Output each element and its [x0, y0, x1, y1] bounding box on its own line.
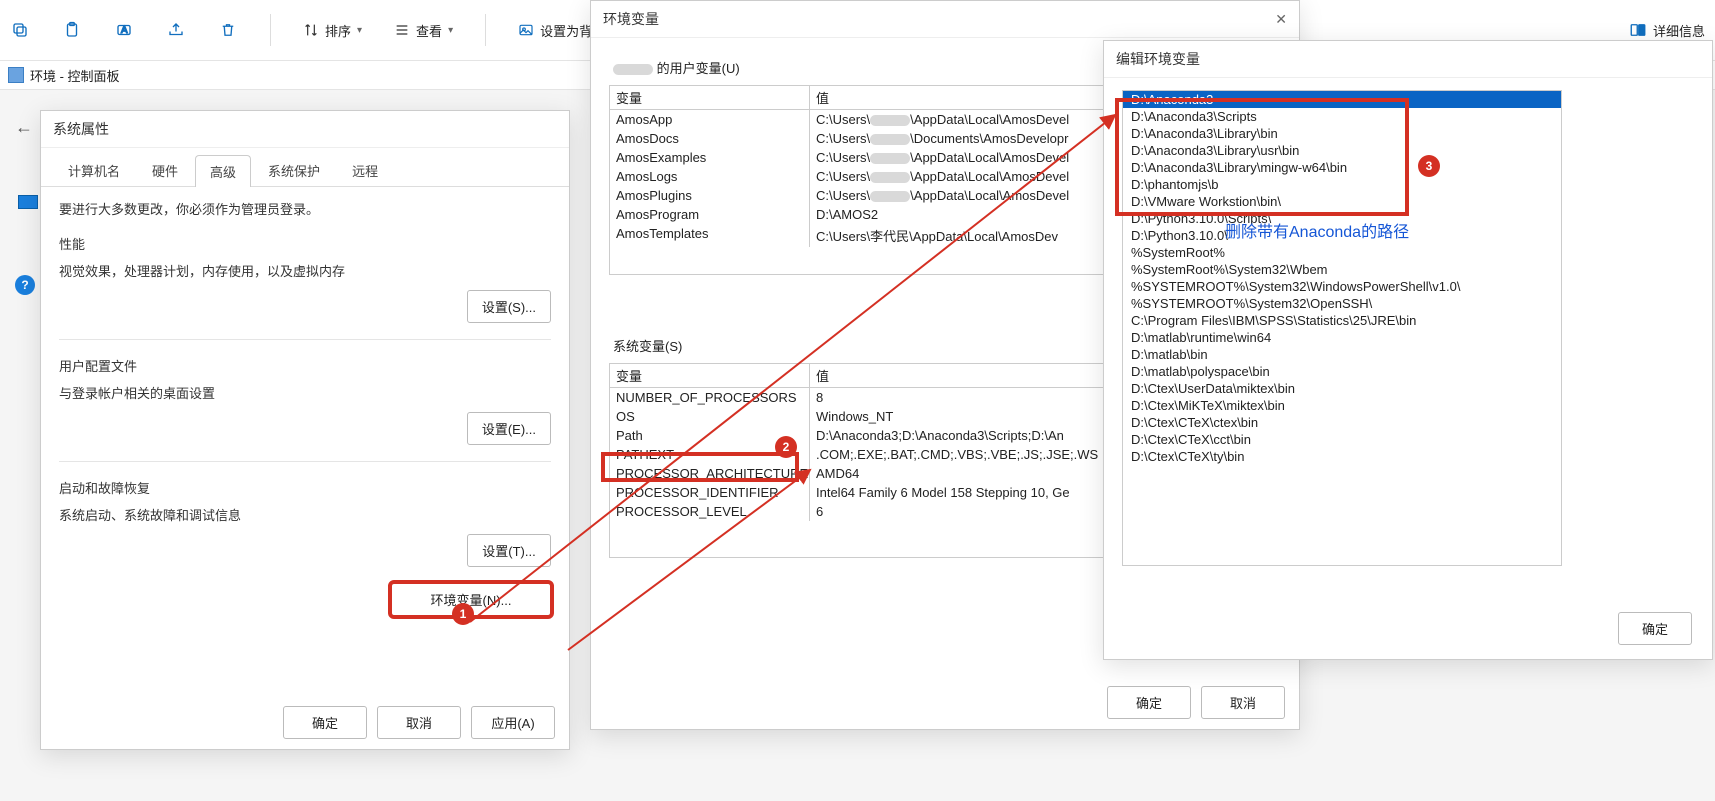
ok-button[interactable]: 确定: [283, 706, 367, 739]
list-item[interactable]: D:\Ctex\CTeX\ctex\bin: [1123, 414, 1561, 431]
profile-title: 用户配置文件: [59, 356, 551, 375]
set-background-menu[interactable]: 设置为背: [518, 21, 592, 40]
ok-button[interactable]: 确定: [1107, 686, 1191, 719]
back-arrow-icon[interactable]: ←: [15, 117, 33, 138]
tab-0[interactable]: 计算机名: [53, 154, 135, 186]
anaconda-paths-highlight: [1118, 101, 1406, 213]
annotation-delete-note: 删除带有Anaconda的路径: [1225, 218, 1409, 242]
path-row-highlight: [604, 455, 796, 479]
list-item[interactable]: %SystemRoot%\System32\Wbem: [1123, 261, 1561, 278]
list-item[interactable]: D:\Ctex\MiKTeX\miktex\bin: [1123, 397, 1561, 414]
tabs: 计算机名硬件高级系统保护远程: [41, 154, 569, 187]
ok-button[interactable]: 确定: [1618, 612, 1692, 645]
settings-icon: [8, 67, 24, 83]
details-label: 详细信息: [1653, 21, 1705, 40]
delete-icon[interactable]: [218, 20, 238, 40]
apply-button[interactable]: 应用(A): [471, 706, 555, 739]
dialog-title: 编辑环境变量: [1116, 49, 1200, 69]
list-item[interactable]: %SYSTEMROOT%\System32\WindowsPowerShell\…: [1123, 278, 1561, 295]
view-label: 查看: [416, 21, 442, 40]
profile-desc: 与登录帐户相关的桌面设置: [59, 383, 551, 402]
dialog-title: 系统属性: [53, 119, 109, 139]
startup-desc: 系统启动、系统故障和调试信息: [59, 505, 551, 524]
sort-label: 排序: [325, 21, 351, 40]
window-title: 环境 - 控制面板: [30, 66, 120, 85]
view-menu[interactable]: 查看 ▾: [394, 21, 453, 40]
annotation-step-1: 1: [452, 603, 474, 625]
startup-settings-button[interactable]: 设置(T)...: [467, 534, 551, 567]
system-properties-dialog: 系统属性 计算机名硬件高级系统保护远程 要进行大多数更改，你必须作为管理员登录。…: [40, 110, 570, 750]
cancel-button[interactable]: 取消: [1201, 686, 1285, 719]
cancel-button[interactable]: 取消: [377, 706, 461, 739]
list-item[interactable]: D:\Ctex\CTeX\cct\bin: [1123, 431, 1561, 448]
list-item[interactable]: %SYSTEMROOT%\System32\OpenSSH\: [1123, 295, 1561, 312]
details-toggle[interactable]: 详细信息: [1629, 21, 1705, 40]
list-item[interactable]: %SystemRoot%: [1123, 244, 1561, 261]
profile-settings-button[interactable]: 设置(E)...: [467, 412, 551, 445]
copy-icon[interactable]: [10, 20, 30, 40]
close-icon[interactable]: ✕: [1275, 11, 1287, 28]
admin-note: 要进行大多数更改，你必须作为管理员登录。: [59, 199, 551, 218]
dialog-title: 环境变量: [603, 9, 659, 29]
list-item[interactable]: C:\Program Files\IBM\SPSS\Statistics\25\…: [1123, 312, 1561, 329]
redacted-username: [613, 64, 653, 75]
perf-desc: 视觉效果，处理器计划，内存使用，以及虚拟内存: [59, 261, 551, 280]
chevron-down-icon: ▾: [357, 25, 362, 36]
annotation-step-2: 2: [775, 436, 797, 458]
paste-icon[interactable]: [62, 20, 82, 40]
monitor-icon: [18, 195, 38, 209]
svg-text:A: A: [121, 25, 128, 36]
setbg-label: 设置为背: [540, 21, 592, 40]
toolbar-separator: [270, 14, 271, 46]
list-item[interactable]: D:\Ctex\CTeX\ty\bin: [1123, 448, 1561, 465]
list-item[interactable]: D:\matlab\bin: [1123, 346, 1561, 363]
perf-title: 性能: [59, 234, 551, 253]
help-icon[interactable]: ?: [15, 275, 35, 295]
tab-1[interactable]: 硬件: [137, 154, 193, 186]
tab-4[interactable]: 远程: [337, 154, 393, 186]
tab-3[interactable]: 系统保护: [253, 154, 335, 186]
tab-2[interactable]: 高级: [195, 155, 251, 187]
share-icon[interactable]: [166, 20, 186, 40]
col-variable: 变量: [610, 86, 810, 109]
col-variable: 变量: [610, 364, 810, 387]
startup-title: 启动和故障恢复: [59, 478, 551, 497]
list-item[interactable]: D:\matlab\runtime\win64: [1123, 329, 1561, 346]
user-vars-label: 的用户变量(U): [657, 61, 740, 76]
list-item[interactable]: D:\matlab\polyspace\bin: [1123, 363, 1561, 380]
chevron-down-icon: ▾: [448, 25, 453, 36]
sort-menu[interactable]: 排序 ▾: [303, 21, 362, 40]
annotation-step-3: 3: [1418, 155, 1440, 177]
toolbar-separator: [485, 14, 486, 46]
rename-icon[interactable]: A: [114, 20, 134, 40]
perf-settings-button[interactable]: 设置(S)...: [467, 290, 551, 323]
list-item[interactable]: D:\Ctex\UserData\miktex\bin: [1123, 380, 1561, 397]
